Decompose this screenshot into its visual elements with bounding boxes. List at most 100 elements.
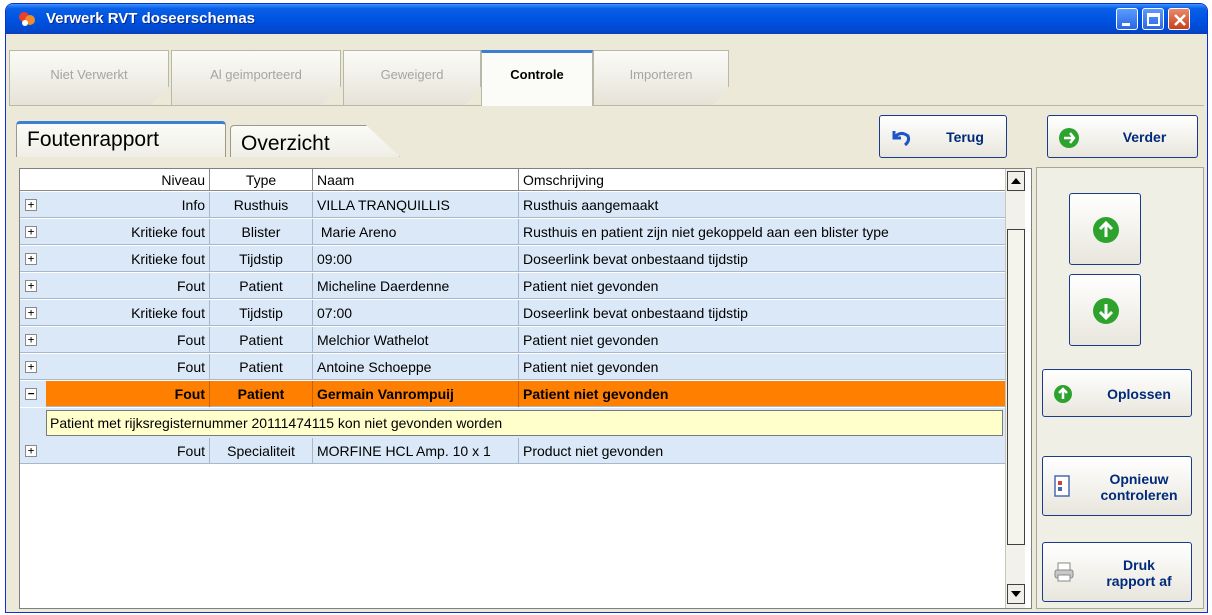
cell-naam: Germain Vanrompuij: [313, 381, 519, 407]
table-row[interactable]: + Fout Patient Melchior Wathelot Patient…: [20, 327, 1005, 353]
close-icon: [1174, 14, 1186, 26]
cell-niveau: Fout: [46, 381, 210, 407]
opnieuw-label-2: controleren: [1100, 487, 1178, 503]
cell-niveau: Fout: [46, 273, 210, 299]
table-row[interactable]: + Info Rusthuis VILLA TRANQUILLIS Rusthu…: [20, 192, 1005, 218]
col-header-niveau[interactable]: Niveau: [20, 169, 210, 191]
cell-niveau: Fout: [46, 327, 210, 353]
minimize-icon: [1122, 23, 1130, 26]
table-row[interactable]: + Fout Patient Antoine Schoeppe Patient …: [20, 354, 1005, 380]
minimize-button[interactable]: [1116, 8, 1138, 30]
expand-icon[interactable]: +: [25, 361, 37, 373]
druk-rapport-af-button[interactable]: Druk rapport af: [1042, 542, 1192, 602]
table-row[interactable]: + Kritieke fout Tijdstip 09:00 Doseerlin…: [20, 246, 1005, 272]
cell-type: Rusthuis: [210, 192, 313, 218]
table-row[interactable]: + Kritieke fout Tijdstip 07:00 Doseerlin…: [20, 300, 1005, 326]
tab-label: Controle: [510, 67, 564, 82]
cell-type: Blister: [210, 219, 313, 245]
undo-arrow-icon: [892, 131, 911, 147]
cell-type: Tijdstip: [210, 246, 313, 272]
cell-niveau: Fout: [46, 438, 210, 464]
opnieuw-label-1: Opnieuw: [1109, 471, 1169, 487]
cell-type: Tijdstip: [210, 300, 313, 326]
detail-message: Patient met rijksregisternummer 20111474…: [46, 410, 1003, 436]
expand-icon[interactable]: +: [25, 307, 37, 319]
oplossen-button[interactable]: Oplossen: [1042, 369, 1192, 417]
cell-omschrijving: Product niet gevonden: [523, 443, 664, 459]
subtab-foutenrapport[interactable]: Foutenrapport: [16, 121, 226, 157]
scroll-down-icon: [1011, 591, 1021, 597]
tab-importeren[interactable]: Importeren: [593, 50, 729, 106]
table-row-selected[interactable]: − Fout Patient Germain Vanrompuij Patien…: [20, 381, 1005, 407]
error-grid[interactable]: Niveau Type Naam Omschrijving + Info Rus…: [19, 168, 1032, 609]
maximize-button[interactable]: [1142, 8, 1164, 30]
tab-label: Niet Verwerkt: [50, 67, 128, 82]
cell-naam: Marie Areno: [313, 219, 519, 245]
maximize-icon: [1147, 13, 1160, 26]
cell-naam: 09:00: [313, 246, 519, 272]
cell-naam: 07:00: [313, 300, 519, 326]
col-header-omschrijving[interactable]: Omschrijving: [519, 169, 1005, 191]
terug-button[interactable]: Terug: [879, 115, 1007, 158]
tab-geweigerd[interactable]: Geweigerd: [343, 50, 481, 106]
cell-omschrijving: Patient niet gevonden: [523, 278, 659, 294]
move-up-button[interactable]: [1069, 193, 1141, 265]
document-icon: [1054, 475, 1070, 497]
expand-icon[interactable]: +: [25, 199, 37, 211]
col-header-naam[interactable]: Naam: [313, 169, 519, 191]
cell-naam: Antoine Schoeppe: [313, 354, 519, 380]
tab-divider: [9, 105, 1204, 106]
druk-label-1: Druk: [1123, 557, 1155, 573]
cell-type: Patient: [210, 354, 313, 380]
druk-label-2: rapport af: [1106, 573, 1172, 589]
cell-niveau: Fout: [46, 354, 210, 380]
expand-icon[interactable]: +: [25, 226, 37, 238]
main-window: Verwerk RVT doseerschemas Niet Verwerkt …: [5, 3, 1208, 613]
cell-naam: Micheline Daerdenne: [313, 273, 519, 299]
cell-omschrijving: Doseerlink bevat onbestaand tijdstip: [523, 251, 748, 267]
app-icon: [19, 12, 35, 26]
cell-omschrijving: Patient niet gevonden: [523, 386, 669, 402]
arrow-up-icon: [1054, 385, 1072, 403]
oplossen-label: Oplossen: [1107, 386, 1171, 402]
tab-controle[interactable]: Controle: [481, 50, 593, 106]
cell-niveau: Kritieke fout: [46, 300, 210, 326]
opnieuw-controleren-button[interactable]: Opnieuw controleren: [1042, 456, 1192, 516]
tab-al-geimporteerd[interactable]: Al geimporteerd: [171, 50, 341, 106]
arrow-down-icon: [1093, 298, 1119, 324]
forward-arrow-icon: [1059, 128, 1079, 148]
tab-niet-verwerkt[interactable]: Niet Verwerkt: [9, 50, 169, 106]
arrow-up-icon: [1093, 217, 1119, 243]
subtab-overzicht[interactable]: Overzicht: [230, 125, 400, 157]
scroll-up-button[interactable]: [1007, 171, 1025, 191]
table-row[interactable]: + Kritieke fout Blister Marie Areno Rust…: [20, 219, 1005, 245]
cell-niveau: Kritieke fout: [46, 246, 210, 272]
collapse-icon[interactable]: −: [25, 388, 37, 400]
move-down-button[interactable]: [1069, 274, 1141, 346]
table-row[interactable]: + Fout Patient Micheline Daerdenne Patie…: [20, 273, 1005, 299]
cell-niveau: Kritieke fout: [46, 219, 210, 245]
col-header-type[interactable]: Type: [210, 169, 313, 191]
subtab-label: Overzicht: [241, 132, 330, 155]
expand-icon[interactable]: +: [25, 334, 37, 346]
verder-button[interactable]: Verder: [1047, 115, 1198, 158]
table-row[interactable]: + Fout Specialiteit MORFINE HCL Amp. 10 …: [20, 438, 1005, 464]
close-button[interactable]: [1168, 8, 1190, 30]
expand-icon[interactable]: +: [25, 445, 37, 457]
cell-omschrijving: Patient niet gevonden: [523, 332, 659, 348]
expand-icon[interactable]: +: [25, 253, 37, 265]
vertical-scrollbar[interactable]: [1005, 169, 1025, 608]
cell-omschrijving: Patient niet gevonden: [523, 359, 659, 375]
window-title: Verwerk RVT doseerschemas: [46, 10, 256, 27]
cell-omschrijving: Rusthuis aangemaakt: [523, 197, 659, 213]
scroll-thumb[interactable]: [1007, 229, 1025, 545]
cell-naam: Melchior Wathelot: [313, 327, 519, 353]
expand-icon[interactable]: +: [25, 280, 37, 292]
title-bar[interactable]: Verwerk RVT doseerschemas: [6, 4, 1207, 34]
cell-omschrijving: Doseerlink bevat onbestaand tijdstip: [523, 305, 748, 321]
subtab-label: Foutenrapport: [27, 128, 159, 151]
terug-label: Terug: [946, 129, 984, 145]
scroll-up-icon: [1011, 178, 1021, 184]
scroll-down-button[interactable]: [1007, 584, 1025, 604]
tab-label: Importeren: [629, 67, 693, 82]
